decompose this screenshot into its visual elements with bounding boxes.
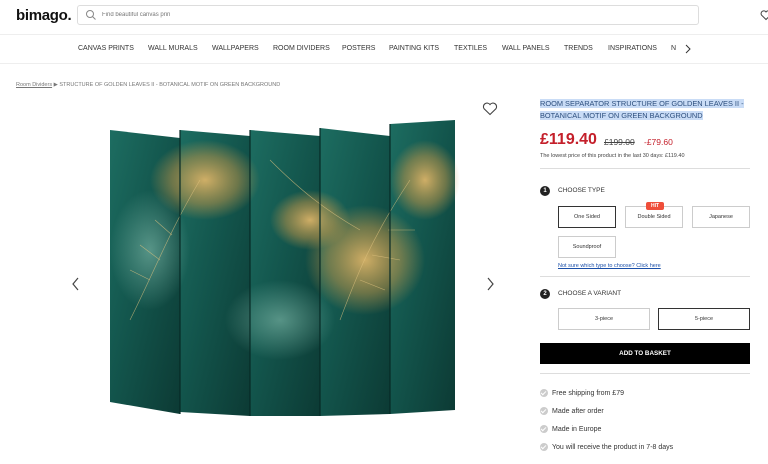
divider <box>540 276 750 277</box>
breadcrumb-current: STRUCTURE OF GOLDEN LEAVES II - BOTANICA… <box>59 82 281 88</box>
check-icon <box>540 389 548 397</box>
nav-item-painting-kits[interactable]: PAINTING KITS <box>389 45 439 52</box>
breadcrumb-separator: ▶ <box>53 82 58 88</box>
type-option-one-sided[interactable]: One Sided <box>558 206 616 228</box>
previous-image-arrow-icon[interactable] <box>71 277 81 291</box>
step-number-2: 2 <box>540 289 550 299</box>
nav-item-wall-panels[interactable]: WALL PANELS <box>502 45 550 52</box>
lowest-price-note: The lowest price of this product in the … <box>540 153 685 159</box>
chevron-right-icon[interactable] <box>684 44 692 54</box>
variant-option-5-piece[interactable]: 5-piece <box>658 308 750 330</box>
product-title: ROOM SEPARATOR STRUCTURE OF GOLDEN LEAVE… <box>540 99 744 120</box>
search-icon <box>86 10 96 20</box>
current-price: £119.40 <box>540 131 597 148</box>
type-option-soundproof[interactable]: Soundproof <box>558 236 616 258</box>
choose-variant-label: CHOOSE A VARIANT <box>558 290 622 297</box>
nav-item-trends[interactable]: TRENDS <box>564 45 593 52</box>
check-icon <box>540 443 548 451</box>
discount-amount: -£79.60 <box>644 137 673 147</box>
nav-item-room-dividers[interactable]: ROOM DIVIDERS <box>273 45 330 52</box>
add-to-basket-button[interactable]: ADD TO BASKET <box>540 343 750 364</box>
breadcrumb-link-room-dividers[interactable]: Room Dividers <box>16 82 52 88</box>
benefit-made-after-order: Made after order <box>540 407 604 415</box>
nav-item-inspirations[interactable]: INSPIRATIONS <box>608 45 657 52</box>
nav-item-truncated[interactable]: N <box>671 45 676 52</box>
nav-item-wallpapers[interactable]: WALLPAPERS <box>212 45 259 52</box>
top-bar: bimago. <box>0 0 768 34</box>
nav-item-canvas-prints[interactable]: CANVAS PRINTS <box>78 45 134 52</box>
benefit-free-shipping: Free shipping from £79 <box>540 389 624 397</box>
product-image <box>110 120 460 416</box>
benefit-made-in-europe: Made in Europe <box>540 425 601 433</box>
hit-badge: HIT <box>646 202 664 210</box>
type-help-link[interactable]: Not sure which type to choose? Click her… <box>558 263 661 269</box>
nav-item-textiles[interactable]: TEXTILES <box>454 45 487 52</box>
search-bar[interactable] <box>77 5 699 25</box>
search-input[interactable] <box>102 8 662 22</box>
next-image-arrow-icon[interactable] <box>485 277 495 291</box>
logo[interactable]: bimago. <box>16 7 72 24</box>
step-number-1: 1 <box>540 186 550 196</box>
add-to-wishlist-heart-icon[interactable] <box>482 101 498 116</box>
check-icon <box>540 425 548 433</box>
breadcrumb: Room Dividers ▶ STRUCTURE OF GOLDEN LEAV… <box>16 82 280 88</box>
divider <box>540 373 750 374</box>
divider <box>540 168 750 169</box>
benefit-delivery-time: You will receive the product in 7-8 days <box>540 443 673 451</box>
main-nav: CANVAS PRINTS WALL MURALS WALLPAPERS ROO… <box>0 34 768 64</box>
type-option-japanese[interactable]: Japanese <box>692 206 750 228</box>
wishlist-heart-icon[interactable] <box>760 9 768 21</box>
nav-item-posters[interactable]: POSTERS <box>342 45 375 52</box>
nav-item-wall-murals[interactable]: WALL MURALS <box>148 45 198 52</box>
variant-option-3-piece[interactable]: 3-piece <box>558 308 650 330</box>
choose-type-label: CHOOSE TYPE <box>558 187 605 194</box>
old-price: £199.00 <box>604 137 635 147</box>
check-icon <box>540 407 548 415</box>
